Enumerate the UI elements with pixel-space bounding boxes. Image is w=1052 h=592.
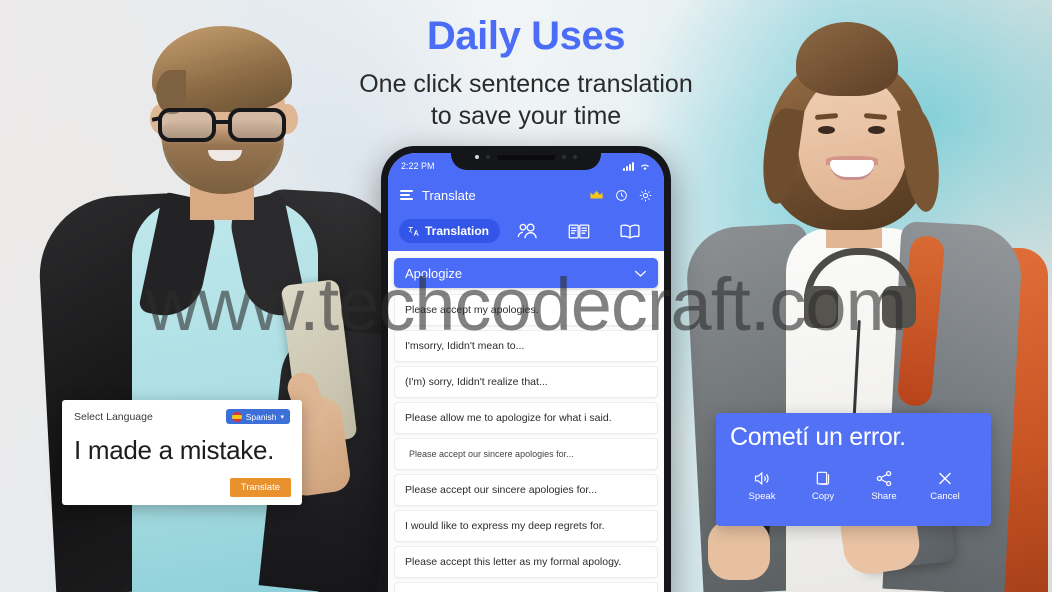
speak-label: Speak [748,491,776,502]
cards-icon [568,224,589,238]
phrase-text: Please accept our sincere apologies for.… [409,449,574,459]
translated-text: Cometí un error. [730,423,906,451]
phrase-text: Please accept our sincere apologies for.… [405,484,598,496]
select-language-label: Select Language [74,410,153,423]
spain-flag-icon [231,411,242,422]
tab-translation[interactable]: Translation [399,219,501,243]
phrase-text: (I'm) sorry, Ididn't realize that... [405,376,548,388]
cancel-action[interactable]: Cancel [919,470,971,502]
phrase-text: I would like to express my deep regrets … [405,520,605,532]
earpiece-speaker-icon [497,154,555,160]
people-icon [517,223,537,239]
category-dropdown[interactable]: Apologize [394,258,658,288]
category-dropdown-value: Apologize [405,265,463,281]
headline-block: Daily Uses One click sentence translatio… [0,14,1052,132]
app-bar: Translate [388,179,664,211]
chevron-down-icon [634,270,647,277]
select-language-card: Select Language Spanish ▾ I made a mista… [62,400,302,505]
share-label: Share [871,491,897,502]
source-text-input[interactable]: I made a mistake. [74,435,290,466]
list-item[interactable]: (I'm) sorry, Ididn't realize that... [394,366,658,398]
list-item[interactable]: I would like to express my deep regrets … [394,510,658,542]
language-card-header: Select Language Spanish ▾ [74,409,290,424]
sensor-dot-icon [562,155,566,159]
subtitle-line-1: One click sentence translation [359,70,693,98]
list-item[interactable]: Please accept our sincere apologies for.… [394,438,658,470]
tab-dictionary[interactable] [606,222,653,240]
list-item[interactable]: Please accept our sincere apologies for.… [394,474,658,506]
speak-action[interactable]: Speak [736,470,788,502]
phrase-text: Please accept this letter as my formal a… [405,556,622,568]
menu-icon[interactable] [400,190,413,200]
list-item[interactable] [394,582,658,592]
app-bar-actions [589,189,652,202]
wifi-icon [641,164,649,170]
tab-phrasebook[interactable] [555,223,602,240]
phrase-text: I'msorry, Ididn't mean to... [405,340,525,352]
tab-conversation[interactable] [504,222,551,240]
phone-notch [451,153,601,170]
list-item[interactable]: Please accept my apologies. [394,294,658,326]
speaker-icon [754,471,769,486]
signal-bars-icon [623,161,634,171]
list-item[interactable]: Please allow me to apologize for what i … [394,402,658,434]
sensor-dot-icon [486,155,490,159]
chevron-down-icon: ▾ [280,413,284,421]
subtitle-line-2: to save your time [430,102,622,130]
tab-translation-label: Translation [425,224,490,238]
phrase-text: Please accept my apologies. [405,304,539,316]
result-actions: Speak Copy Share Cancel [730,470,977,502]
share-icon [876,470,892,487]
translate-icon [408,226,419,236]
copy-action[interactable]: Copy [797,470,849,502]
phrase-text: Please allow me to apologize for what i … [405,412,612,424]
cancel-label: Cancel [930,491,960,502]
status-indicators [623,161,651,171]
translation-result-panel: Cometí un error. Speak Copy Share Cancel [716,413,991,526]
translate-button[interactable]: Translate [229,478,291,497]
page-title: Daily Uses [426,14,626,58]
tab-bar: Translation [388,211,664,251]
crown-icon[interactable] [589,190,604,201]
copy-label: Copy [811,491,835,502]
close-icon [939,472,951,485]
app-title: Translate [422,187,476,203]
page-subtitle: One click sentence translation to save y… [0,68,1052,132]
history-clock-icon[interactable] [615,189,628,202]
book-icon [619,224,640,239]
list-item[interactable]: Please accept this letter as my formal a… [394,546,658,578]
settings-sun-icon[interactable] [639,189,652,202]
copy-icon [816,471,829,485]
status-bar: 2:22 PM [388,153,664,179]
sensor-dot-icon [573,155,577,159]
phone-screen: 2:22 PM Translate Translation Apologize … [388,153,664,592]
language-name: Spanish [245,411,277,422]
language-selector-badge[interactable]: Spanish ▾ [225,409,290,424]
camera-dot-icon [475,155,479,159]
phone-mockup: 2:22 PM Translate Translation Apologize … [381,146,671,592]
status-time: 2:22 PM [401,161,435,171]
list-item[interactable]: I'msorry, Ididn't mean to... [394,330,658,362]
share-action[interactable]: Share [858,470,910,502]
phrase-list-area: Apologize Please accept my apologies. I'… [388,251,664,592]
